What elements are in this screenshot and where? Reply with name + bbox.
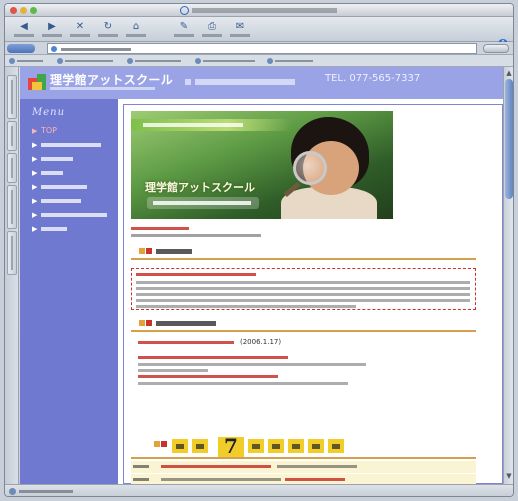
menu-item[interactable]: ▶ (32, 154, 116, 165)
browser-toolbar: ◀ ▶ ✕ ↻ ⌂ ✎ ⎙ ✉ e (5, 17, 513, 53)
address-label (7, 44, 35, 53)
site-header: 理学館アットスクール TEL. 077-565-7337 (20, 67, 503, 99)
hero-title: 理学館アットスクール (145, 181, 255, 194)
forward-button[interactable]: ▶ (39, 19, 65, 40)
intro-note (131, 226, 331, 242)
menu-item[interactable]: ▶ (32, 210, 116, 221)
favorite-icon (127, 58, 133, 64)
page-holder-side-tab[interactable] (7, 231, 17, 275)
favorite-icon (267, 58, 273, 64)
page-favicon (51, 46, 57, 52)
home-icon: ⌂ (132, 20, 140, 32)
triangle-right-icon: ▶ (32, 183, 38, 191)
status-text (19, 490, 73, 493)
window-title (180, 6, 340, 15)
site-sidebar: Menu ▶ TOP ▶ ▶ ▶ ▶ ▶ ▶ ▶ (20, 99, 118, 484)
vertical-scrollbar[interactable]: ▲ ▼ (503, 67, 513, 484)
hero-banner: 理学館アットスクール (131, 111, 393, 219)
hero-tagline (131, 119, 291, 131)
favorite-item[interactable] (57, 57, 119, 65)
news-headline[interactable] (138, 341, 234, 344)
triangle-right-icon: ▶ (32, 197, 38, 205)
point-row (131, 474, 476, 484)
section-heading-news (131, 317, 476, 332)
triangle-right-icon: ▶ (32, 169, 38, 177)
refresh-icon: ↻ (103, 20, 113, 32)
triangle-right-icon: ▶ (32, 225, 38, 233)
menu-item-top[interactable]: ▶ TOP (32, 126, 116, 137)
print-icon: ⎙ (208, 20, 216, 32)
menu-item[interactable]: ▶ (32, 182, 116, 193)
menu-item-label: TOP (41, 126, 58, 135)
news-date: (2006.1.17) (240, 338, 282, 346)
ie-page-icon (180, 6, 189, 15)
magnifying-glass-icon (293, 151, 327, 185)
points-number: 7 (224, 434, 238, 458)
back-arrow-icon: ◀ (20, 20, 28, 32)
favorite-icon (9, 58, 15, 64)
hero-subtitle (147, 197, 259, 209)
print-button[interactable]: ⎙ (199, 19, 225, 40)
favorite-item[interactable] (9, 57, 49, 65)
address-input[interactable] (47, 43, 477, 54)
favorite-icon (195, 58, 201, 64)
autofill-icon: ✎ (179, 20, 189, 32)
stop-icon: ✕ (75, 20, 85, 32)
site-phone: TEL. 077-565-7337 (325, 73, 421, 84)
scrollbar-thumb[interactable] (505, 79, 513, 199)
autofill-button[interactable]: ✎ (171, 19, 197, 40)
web-page: 理学館アットスクール TEL. 077-565-7337 Menu ▶ TOP … (20, 67, 503, 484)
forward-arrow-icon: ▶ (48, 20, 56, 32)
triangle-right-icon: ▶ (32, 141, 38, 149)
menu-title: Menu (32, 107, 66, 118)
history-side-tab[interactable] (7, 121, 17, 151)
title-bar (5, 4, 513, 17)
mail-icon: ✉ (235, 20, 245, 32)
search-side-tab[interactable] (7, 153, 17, 183)
section-heading-intro (131, 245, 476, 260)
zoom-window-button[interactable] (30, 7, 37, 14)
main-content: 理学館アットスクール (2006.1.17) 7 (123, 104, 503, 484)
internet-zone-icon (9, 488, 16, 495)
point-row (131, 461, 476, 473)
refresh-button[interactable]: ↻ (95, 19, 121, 40)
favorite-icon (57, 58, 63, 64)
back-button[interactable]: ◀ (11, 19, 37, 40)
scroll-up-icon[interactable]: ▲ (505, 69, 513, 77)
stop-button[interactable]: ✕ (67, 19, 93, 40)
favorites-bar (5, 55, 513, 67)
minimize-window-button[interactable] (20, 7, 27, 14)
home-button[interactable]: ⌂ (123, 19, 149, 40)
seven-points-heading: 7 (154, 434, 364, 459)
address-bar (5, 42, 513, 55)
scroll-down-icon[interactable]: ▼ (505, 472, 513, 480)
school-logo-icon (28, 74, 46, 90)
triangle-right-icon: ▶ (32, 127, 38, 135)
menu-item[interactable]: ▶ (32, 196, 116, 207)
status-bar (5, 484, 513, 496)
menu-item[interactable]: ▶ (32, 168, 116, 179)
site-name[interactable]: 理学館アットスクール (50, 71, 173, 88)
menu-item[interactable]: ▶ (32, 224, 116, 235)
explorer-side-tabs (5, 67, 19, 485)
mail-button[interactable]: ✉ (227, 19, 253, 40)
favorite-item[interactable] (195, 57, 261, 65)
favorite-item[interactable] (127, 57, 187, 65)
go-button[interactable] (483, 44, 509, 53)
browser-window: ◀ ▶ ✕ ↻ ⌂ ✎ ⎙ ✉ e (4, 3, 514, 497)
triangle-right-icon: ▶ (32, 155, 38, 163)
favorite-item[interactable] (267, 57, 317, 65)
menu-item[interactable]: ▶ (32, 140, 116, 151)
close-window-button[interactable] (10, 7, 17, 14)
favorites-side-tab[interactable] (7, 75, 17, 119)
intro-text-block (131, 268, 476, 310)
triangle-right-icon: ▶ (32, 211, 38, 219)
scrapbook-side-tab[interactable] (7, 185, 17, 229)
site-subtitle (185, 77, 301, 87)
